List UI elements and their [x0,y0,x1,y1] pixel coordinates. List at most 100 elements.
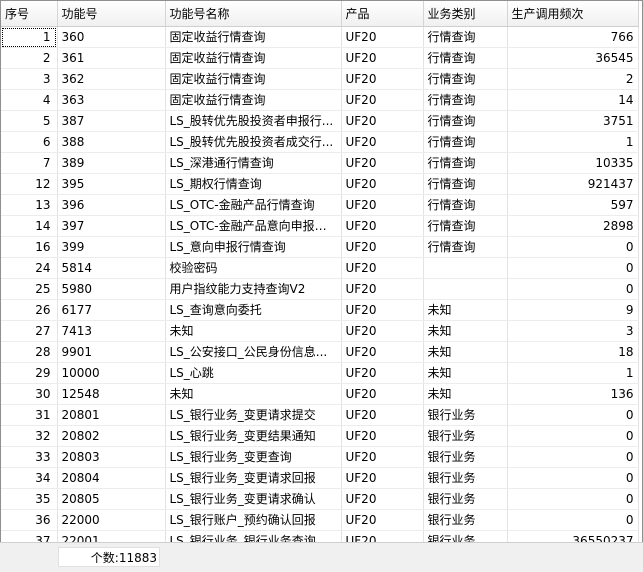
table-row[interactable]: 32 20802 LS_银行业务_变更结果通知 UF20 银行业务 0 [1,425,639,447]
product-cell[interactable]: UF20 [341,173,424,195]
call-frequency-cell[interactable]: 0 [507,425,639,447]
column-header-product[interactable]: 产品 [341,1,424,27]
product-cell[interactable]: UF20 [341,383,424,405]
function-name-cell[interactable]: LS_银行业务_变更请求确认 [165,488,342,510]
business-type-cell[interactable] [423,257,508,279]
product-cell[interactable]: UF20 [341,404,424,426]
call-frequency-cell[interactable]: 2 [507,68,639,90]
row-index[interactable]: 29 [1,362,58,384]
call-frequency-cell[interactable]: 36545 [507,47,639,69]
call-frequency-cell[interactable]: 0 [507,404,639,426]
row-index[interactable]: 31 [1,404,58,426]
call-frequency-cell[interactable]: 1 [507,131,639,153]
call-frequency-cell[interactable]: 2898 [507,215,639,237]
function-id-cell[interactable]: 20801 [57,404,166,426]
call-frequency-cell[interactable]: 0 [507,278,639,300]
call-frequency-cell[interactable]: 3751 [507,110,639,132]
business-type-cell[interactable]: 未知 [423,320,508,342]
function-id-cell[interactable]: 10000 [57,362,166,384]
function-name-cell[interactable]: LS_公安接口_公民身份信息... [165,341,342,363]
product-cell[interactable]: UF20 [341,488,424,510]
business-type-cell[interactable]: 未知 [423,341,508,363]
function-name-cell[interactable]: LS_银行业务_变更结果通知 [165,425,342,447]
product-cell[interactable]: UF20 [341,152,424,174]
call-frequency-cell[interactable]: 0 [507,257,639,279]
table-row[interactable]: 12 395 LS_期权行情查询 UF20 行情查询 921437 [1,173,639,195]
function-name-cell[interactable]: 用户指纹能力支持查询V2 [165,278,342,300]
function-id-cell[interactable]: 362 [57,68,166,90]
table-row[interactable]: 1 360 固定收益行情查询 UF20 行情查询 766 [1,26,639,48]
business-type-cell[interactable]: 银行业务 [423,425,508,447]
column-header-function-id[interactable]: 功能号 [57,1,166,27]
function-id-cell[interactable]: 7413 [57,320,166,342]
business-type-cell[interactable]: 未知 [423,299,508,321]
business-type-cell[interactable]: 行情查询 [423,215,508,237]
function-id-cell[interactable]: 399 [57,236,166,258]
function-id-cell[interactable]: 20805 [57,488,166,510]
business-type-cell[interactable]: 行情查询 [423,131,508,153]
function-name-cell[interactable]: LS_查询意向委托 [165,299,342,321]
function-id-cell[interactable]: 361 [57,47,166,69]
function-name-cell[interactable]: LS_心跳 [165,362,342,384]
function-id-cell[interactable]: 388 [57,131,166,153]
table-row[interactable]: 33 20803 LS_银行业务_变更查询 UF20 银行业务 0 [1,446,639,468]
function-id-cell[interactable]: 9901 [57,341,166,363]
business-type-cell[interactable]: 未知 [423,383,508,405]
business-type-cell[interactable]: 行情查询 [423,236,508,258]
table-row[interactable]: 34 20804 LS_银行业务_变更请求回报 UF20 银行业务 0 [1,467,639,489]
row-index[interactable]: 30 [1,383,58,405]
column-header-call-frequency[interactable]: 生产调用频次 [507,1,639,27]
call-frequency-cell[interactable]: 3 [507,320,639,342]
table-row[interactable]: 5 387 LS_股转优先股投资者申报行... UF20 行情查询 3751 [1,110,639,132]
product-cell[interactable]: UF20 [341,110,424,132]
call-frequency-cell[interactable]: 0 [507,488,639,510]
product-cell[interactable]: UF20 [341,236,424,258]
row-index[interactable]: 24 [1,257,58,279]
row-index[interactable]: 12 [1,173,58,195]
product-cell[interactable]: UF20 [341,215,424,237]
product-cell[interactable]: UF20 [341,278,424,300]
function-id-cell[interactable]: 5980 [57,278,166,300]
business-type-cell[interactable]: 行情查询 [423,110,508,132]
row-index[interactable]: 5 [1,110,58,132]
product-cell[interactable]: UF20 [341,446,424,468]
row-index[interactable]: 16 [1,236,58,258]
row-index[interactable]: 2 [1,47,58,69]
call-frequency-cell[interactable]: 9 [507,299,639,321]
table-row[interactable]: 26 6177 LS_查询意向委托 UF20 未知 9 [1,299,639,321]
call-frequency-cell[interactable]: 0 [507,467,639,489]
business-type-cell[interactable]: 银行业务 [423,509,508,531]
row-index[interactable]: 34 [1,467,58,489]
row-index[interactable]: 35 [1,488,58,510]
function-name-cell[interactable]: 固定收益行情查询 [165,89,342,111]
table-row[interactable]: 7 389 LS_深港通行情查询 UF20 行情查询 10335 [1,152,639,174]
function-name-cell[interactable]: LS_股转优先股投资者成交行... [165,131,342,153]
row-index[interactable]: 32 [1,425,58,447]
row-index[interactable]: 3 [1,68,58,90]
row-index[interactable]: 4 [1,89,58,111]
table-row[interactable]: 31 20801 LS_银行业务_变更请求提交 UF20 银行业务 0 [1,404,639,426]
function-name-cell[interactable]: LS_银行业务_变更请求回报 [165,467,342,489]
function-id-cell[interactable]: 20804 [57,467,166,489]
business-type-cell[interactable]: 行情查询 [423,26,508,48]
function-id-cell[interactable]: 363 [57,89,166,111]
product-cell[interactable]: UF20 [341,47,424,69]
function-id-cell[interactable]: 20803 [57,446,166,468]
row-index[interactable]: 25 [1,278,58,300]
function-name-cell[interactable]: 校验密码 [165,257,342,279]
row-index[interactable]: 1 [1,26,58,48]
business-type-cell[interactable]: 行情查询 [423,173,508,195]
table-row[interactable]: 27 7413 未知 UF20 未知 3 [1,320,639,342]
table-row[interactable]: 25 5980 用户指纹能力支持查询V2 UF20 0 [1,278,639,300]
call-frequency-cell[interactable]: 766 [507,26,639,48]
row-index[interactable]: 27 [1,320,58,342]
product-cell[interactable]: UF20 [341,257,424,279]
product-cell[interactable]: UF20 [341,194,424,216]
business-type-cell[interactable]: 行情查询 [423,68,508,90]
function-name-cell[interactable]: LS_OTC-金融产品意向申报行... [165,215,342,237]
function-name-cell[interactable]: LS_深港通行情查询 [165,152,342,174]
call-frequency-cell[interactable]: 0 [507,509,639,531]
table-row[interactable]: 13 396 LS_OTC-金融产品行情查询 UF20 行情查询 597 [1,194,639,216]
function-name-cell[interactable]: 固定收益行情查询 [165,47,342,69]
row-index[interactable]: 13 [1,194,58,216]
